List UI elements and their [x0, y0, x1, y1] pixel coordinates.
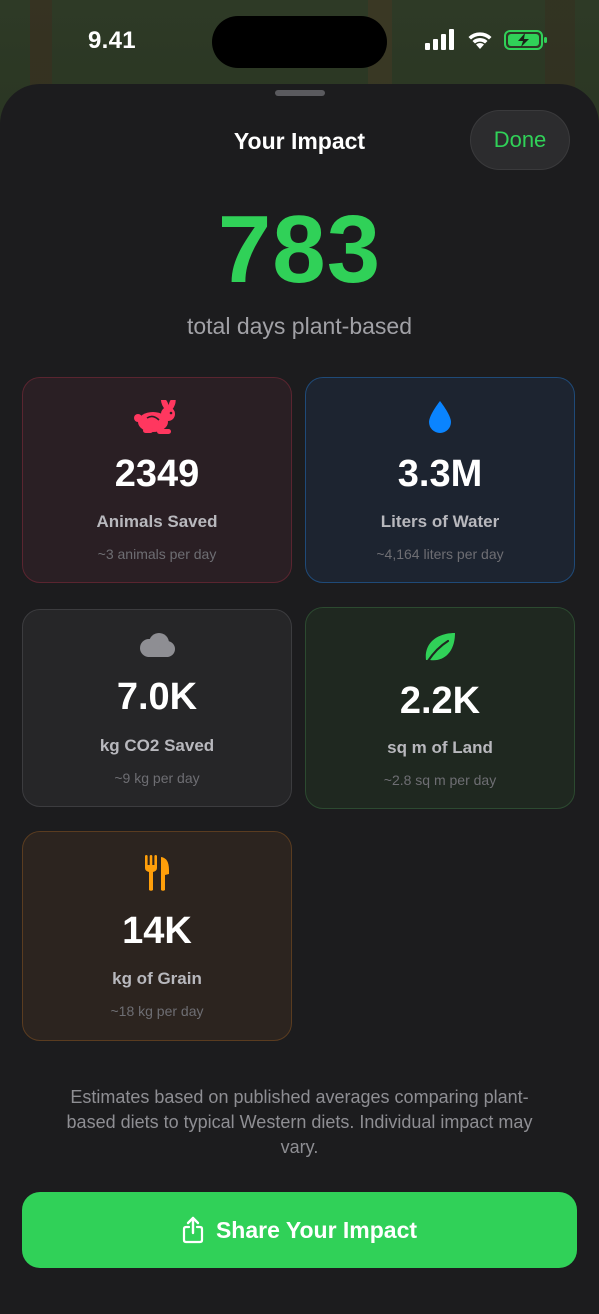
- stat-value: 2349: [114, 453, 200, 495]
- stat-card-water: 3.3M Liters of Water ~4,164 liters per d…: [305, 377, 575, 583]
- stat-label: kg CO2 Saved: [99, 736, 215, 755]
- fork-knife-icon: [23, 854, 291, 892]
- battery-charging-icon: [504, 30, 547, 50]
- status-bar: 9.41: [0, 0, 599, 84]
- stat-label: Liters of Water: [380, 512, 500, 531]
- cellular-signal-icon: [425, 29, 454, 50]
- dynamic-island: [212, 16, 387, 68]
- share-button-label: Share Your Impact: [215, 1216, 418, 1243]
- water-drop-icon: [306, 400, 574, 434]
- leaf-icon: [306, 630, 574, 664]
- stat-sub: ~9 kg per day: [114, 770, 200, 786]
- stat-label: kg of Grain: [112, 969, 202, 988]
- impact-sheet: Your Impact Done 783 total days plant-ba…: [0, 84, 599, 1314]
- status-time: 9.41: [88, 27, 136, 54]
- stat-card-animals: 2349 Animals Saved ~3 animals per day: [22, 377, 292, 583]
- stat-sub: ~2.8 sq m per day: [383, 772, 497, 788]
- done-button[interactable]: Done: [470, 110, 570, 170]
- stat-label: Animals Saved: [96, 512, 218, 531]
- total-days-caption: total days plant-based: [186, 313, 413, 339]
- total-days-value: 783: [217, 196, 382, 303]
- disclaimer-text: Estimates based on published averages co…: [66, 1087, 533, 1157]
- stat-card-co2: 7.0K kg CO2 Saved ~9 kg per day: [22, 609, 292, 807]
- stat-card-grain: 14K kg of Grain ~18 kg per day: [22, 831, 292, 1041]
- stat-label: sq m of Land: [387, 738, 493, 757]
- stat-value: 7.0K: [116, 676, 198, 718]
- stat-card-land: 2.2K sq m of Land ~2.8 sq m per day: [305, 607, 575, 809]
- stat-value: 2.2K: [399, 680, 481, 722]
- stat-sub: ~3 animals per day: [97, 546, 217, 562]
- sheet-grabber[interactable]: [275, 90, 325, 96]
- stat-value: 14K: [122, 910, 192, 952]
- rabbit-icon: [23, 400, 291, 436]
- stat-value: 3.3M: [397, 453, 483, 495]
- share-icon: [182, 1216, 204, 1244]
- stat-sub: ~4,164 liters per day: [376, 546, 504, 562]
- share-impact-button[interactable]: Share Your Impact: [22, 1192, 577, 1268]
- wifi-icon: [468, 32, 492, 49]
- stat-sub: ~18 kg per day: [110, 1003, 204, 1019]
- cloud-icon: [23, 632, 291, 658]
